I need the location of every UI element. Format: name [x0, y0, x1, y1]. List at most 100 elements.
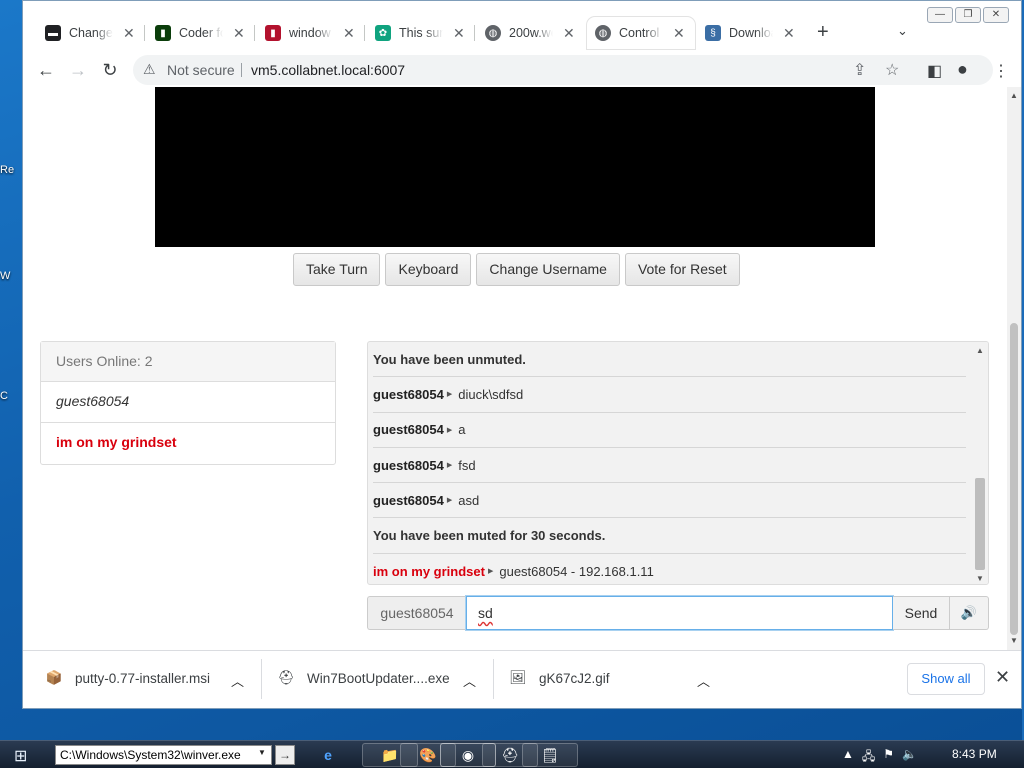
action-center-icon[interactable]: ⚑ [883, 747, 894, 768]
close-icon[interactable]: ✕ [673, 25, 685, 42]
user-list-item[interactable]: guest68054 [41, 382, 335, 423]
chevron-up-icon[interactable]: ︿ [463, 671, 476, 690]
close-icon[interactable]: ✕ [995, 667, 1010, 688]
arrow-icon: ▶ [446, 462, 453, 470]
arrow-icon: ▶ [446, 426, 453, 434]
address-bar[interactable]: ⚠ Not secure vm5.collabnet.local:6007 ⇪ … [133, 55, 993, 85]
scroll-up-icon[interactable]: ▲ [1010, 91, 1018, 100]
page-viewport: Take Turn Keyboard Change Username Vote … [23, 87, 1021, 650]
vm-display[interactable] [155, 87, 875, 247]
close-icon[interactable]: ✕ [233, 25, 245, 42]
share-icon[interactable]: ⇪ [853, 60, 866, 80]
warning-icon[interactable]: ⚠ [143, 61, 156, 78]
vote-reset-button[interactable]: Vote for Reset [624, 253, 740, 286]
desktop-left-edge: Re W C [0, 0, 22, 740]
tab-summary[interactable]: ✿ This sum ✕ [367, 17, 475, 49]
new-tab-icon[interactable]: + [817, 21, 829, 44]
tab-strip: ▬ Change ✕ ▮ Coder fo ✕ ▮ window ✕ ✿ Thi… [23, 1, 1021, 53]
clock[interactable]: 8:43 PM [952, 747, 997, 761]
close-icon[interactable]: ✕ [783, 25, 795, 42]
close-icon[interactable]: ✕ [123, 25, 135, 42]
chat-message: guest68054 ▶ fsd [373, 448, 966, 484]
profile-icon[interactable]: ● [957, 59, 968, 80]
download-filename[interactable]: putty-0.77-installer.msi [75, 671, 210, 686]
chat-scroll-thumb[interactable] [975, 478, 985, 570]
url-text[interactable]: vm5.collabnet.local:6007 [251, 62, 405, 78]
download-item[interactable]: ⛑ Win7BootUpdater....exe [277, 669, 450, 687]
chat-text: fsd [458, 457, 476, 473]
close-icon[interactable]: ✕ [343, 25, 355, 42]
dropdown-arrow-icon[interactable]: ▼ [258, 748, 266, 757]
system-message-text: You have been unmuted. [373, 351, 526, 367]
close-icon[interactable]: ✕ [563, 25, 575, 42]
reload-icon[interactable]: ↻ [97, 57, 123, 83]
keyboard-button[interactable]: Keyboard [385, 253, 472, 286]
image-icon: 🖼 [509, 670, 527, 685]
maximize-icon[interactable]: ❐ [955, 7, 981, 23]
tab-title: Change [69, 26, 113, 40]
start-button[interactable]: ⊞ [14, 746, 27, 766]
chevron-down-icon[interactable]: ⌄ [897, 23, 908, 39]
close-icon[interactable]: ✕ [453, 25, 465, 42]
download-item[interactable]: 📦 putty-0.77-installer.msi [45, 669, 210, 687]
close-window-icon[interactable]: ✕ [983, 7, 1009, 23]
page-scrollbar[interactable]: ▲ ▼ [1007, 87, 1021, 650]
exe-icon: ⛑ [277, 670, 295, 685]
download-filename[interactable]: gK67cJ2.gif [539, 671, 610, 686]
scroll-up-icon[interactable]: ▲ [976, 346, 984, 355]
vm-controls: Take Turn Keyboard Change Username Vote … [293, 253, 740, 286]
chevron-up-icon[interactable]: ︿ [231, 671, 244, 690]
go-arrow-icon[interactable]: → [275, 745, 295, 765]
python-icon: § [705, 25, 721, 41]
chat-input[interactable]: sd [466, 596, 893, 630]
tab-200w[interactable]: ◍ 200w.we ✕ [477, 17, 585, 49]
ie-icon[interactable]: e [300, 743, 356, 767]
network-icon[interactable]: 🖧 [862, 747, 875, 768]
volume-icon[interactable]: 🔈 [902, 747, 917, 768]
desktop-icon-label[interactable]: W [0, 270, 22, 282]
minimize-icon[interactable]: — [927, 7, 953, 23]
forward-icon[interactable]: → [65, 57, 91, 83]
tab-window[interactable]: ▮ window ✕ [257, 17, 365, 49]
desktop-icon-label[interactable]: Re [0, 164, 22, 176]
page-scroll-thumb[interactable] [1010, 323, 1018, 635]
tab-coder[interactable]: ▮ Coder fo ✕ [147, 17, 255, 49]
user-list-item[interactable]: im on my grindset [41, 423, 335, 464]
download-filename[interactable]: Win7BootUpdater....exe [307, 671, 450, 686]
scroll-down-icon[interactable]: ▼ [976, 574, 984, 583]
chevron-up-icon[interactable]: ︿ [697, 671, 710, 690]
tab-change[interactable]: ▬ Change ✕ [37, 17, 145, 49]
system-tray: ▲ 🖧 ⚑ 🔈 [842, 747, 917, 768]
notepad-icon[interactable]: 🗒 [522, 743, 578, 767]
speaker-icon[interactable]: 🔊 [950, 596, 989, 630]
scroll-down-icon[interactable]: ▼ [1010, 636, 1018, 645]
back-icon[interactable]: ← [33, 57, 59, 83]
sidebar-icon[interactable]: ◧ [927, 61, 942, 81]
tab-title: Coder fo [179, 26, 223, 40]
tab-title: window [289, 26, 331, 40]
send-button[interactable]: Send [893, 596, 950, 630]
security-status[interactable]: Not secure [167, 62, 235, 78]
change-username-button[interactable]: Change Username [476, 253, 620, 286]
terminal-icon: ▮ [155, 25, 171, 41]
globe-icon: ◍ [485, 25, 501, 41]
desktop-icon-label[interactable]: C [0, 390, 22, 402]
chat-message: guest68054 ▶ a [373, 413, 966, 448]
tab-download[interactable]: § Downloa ✕ [697, 17, 805, 49]
show-all-button[interactable]: Show all [907, 663, 985, 695]
tab-title: Control [619, 26, 660, 40]
show-hidden-icon[interactable]: ▲ [842, 747, 854, 768]
tab-title: 200w.we [509, 26, 553, 40]
tab-control[interactable]: ◍ Control ✕ [587, 17, 695, 49]
take-turn-button[interactable]: Take Turn [293, 253, 381, 286]
menu-icon[interactable]: ⋮ [993, 61, 1009, 81]
system-message-text: You have been muted for 30 seconds. [373, 528, 606, 544]
chat-scrollbar[interactable]: ▲ ▼ [972, 342, 988, 584]
run-address-box[interactable]: C:\Windows\System32\winver.exe [55, 745, 272, 765]
star-icon[interactable]: ☆ [885, 60, 899, 80]
chat-text: guest68054 - 192.168.1.11 [499, 563, 654, 579]
chat-username: guest68054 [373, 386, 444, 402]
chat-log: You have been unmuted. guest68054 ▶ diuck\… [367, 341, 989, 585]
composer-username: guest68054 [367, 596, 466, 630]
download-item[interactable]: 🖼 gK67cJ2.gif [509, 669, 610, 687]
